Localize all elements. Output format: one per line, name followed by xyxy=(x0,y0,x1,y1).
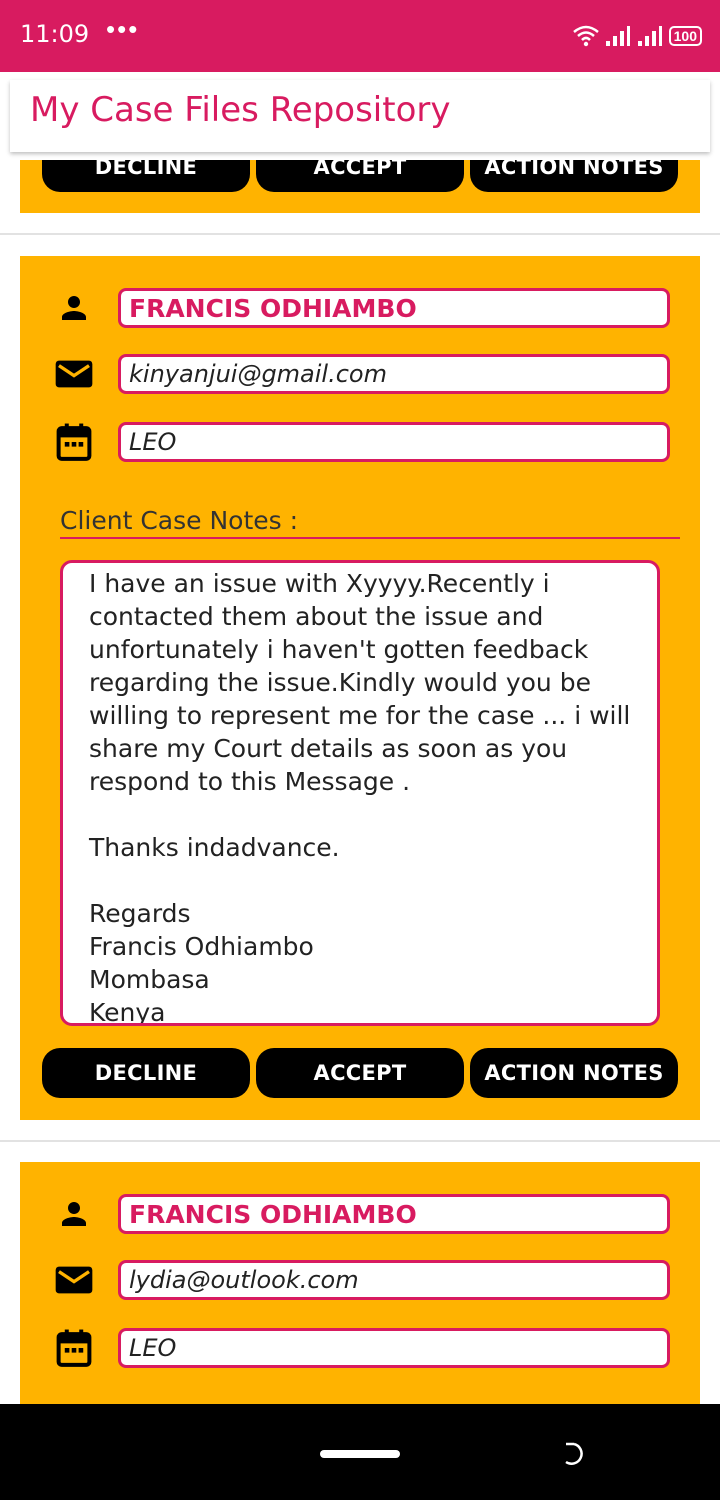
signal-icon-2 xyxy=(637,26,662,46)
client-email-field[interactable]: lydia@outlook.com xyxy=(118,1260,670,1300)
client-name-row: FRANCIS ODHIAMBO xyxy=(20,1194,700,1234)
case-date-row: LEO xyxy=(20,422,700,462)
person-icon xyxy=(54,1194,94,1234)
client-email-row: lydia@outlook.com xyxy=(20,1260,700,1300)
notification-dots-icon: ••• xyxy=(106,14,140,44)
calendar-icon xyxy=(54,422,94,462)
mail-icon xyxy=(54,1260,94,1300)
client-name-field[interactable]: FRANCIS ODHIAMBO xyxy=(118,288,670,328)
case-actions: DECLINE ACCEPT ACTION NOTES xyxy=(42,1048,678,1098)
client-notes-text[interactable]: I have an issue with Xyyyy.Recently i co… xyxy=(60,560,660,1026)
battery-icon: 100 xyxy=(668,26,702,46)
case-card: FRANCIS ODHIAMBO lydia@outlook.com LEO xyxy=(20,1162,700,1404)
signal-icon xyxy=(605,26,630,46)
home-gesture-handle[interactable] xyxy=(320,1450,400,1458)
mail-icon xyxy=(54,354,94,394)
notes-label: Client Case Notes : xyxy=(60,506,299,535)
wifi-icon xyxy=(572,25,599,47)
notes-underline xyxy=(60,537,680,539)
case-card: DECLINE ACCEPT ACTION NOTES xyxy=(20,160,700,213)
app-bar: My Case Files Repository xyxy=(10,80,710,152)
case-date-field[interactable]: LEO xyxy=(118,422,670,462)
case-actions: DECLINE ACCEPT ACTION NOTES xyxy=(42,160,678,192)
case-card: FRANCIS ODHIAMBO kinyanjui@gmail.com LEO… xyxy=(20,256,700,1120)
calendar-icon xyxy=(54,1328,94,1368)
person-icon xyxy=(54,288,94,328)
accept-button[interactable]: ACCEPT xyxy=(256,1048,464,1098)
case-list[interactable]: DECLINE ACCEPT ACTION NOTES FRANCIS ODHI… xyxy=(0,160,720,1404)
action-notes-button[interactable]: ACTION NOTES xyxy=(470,160,678,192)
client-name-field[interactable]: FRANCIS ODHIAMBO xyxy=(118,1194,670,1234)
divider xyxy=(0,233,720,235)
system-nav-bar xyxy=(0,1404,720,1500)
decline-button[interactable]: DECLINE xyxy=(42,1048,250,1098)
client-email-row: kinyanjui@gmail.com xyxy=(20,354,700,394)
case-date-field[interactable]: LEO xyxy=(118,1328,670,1368)
action-notes-button[interactable]: ACTION NOTES xyxy=(470,1048,678,1098)
client-name-row: FRANCIS ODHIAMBO xyxy=(20,288,700,328)
case-date-row: LEO xyxy=(20,1328,700,1368)
status-icons: 100 xyxy=(572,22,702,50)
page-title: My Case Files Repository xyxy=(30,90,451,130)
status-bar: 11:09 ••• 100 xyxy=(0,0,720,72)
rotate-icon[interactable] xyxy=(560,1438,592,1470)
accept-button[interactable]: ACCEPT xyxy=(256,160,464,192)
client-email-field[interactable]: kinyanjui@gmail.com xyxy=(118,354,670,394)
divider xyxy=(0,1140,720,1142)
status-time: 11:09 xyxy=(20,20,90,48)
decline-button[interactable]: DECLINE xyxy=(42,160,250,192)
